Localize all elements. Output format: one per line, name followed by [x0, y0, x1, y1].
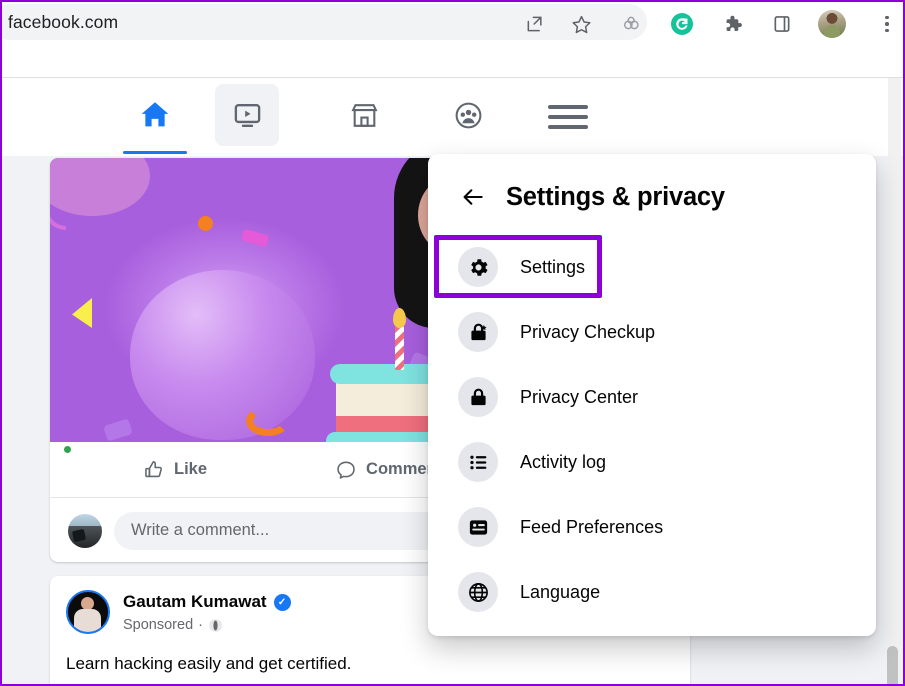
- sponsored-author-name[interactable]: Gautam Kumawat: [123, 592, 267, 612]
- candle-flame: [393, 308, 406, 328]
- panel-header: Settings & privacy: [428, 168, 876, 226]
- chrome-menu-kebab-icon[interactable]: [878, 10, 896, 38]
- confetti-pink: [240, 228, 270, 248]
- menu-item-settings[interactable]: Settings: [428, 238, 876, 296]
- menu-item-label: Activity log: [520, 451, 607, 472]
- verified-badge-icon: ✓: [273, 593, 291, 611]
- nav-tab-watch[interactable]: [215, 84, 279, 146]
- address-bar-url: facebook.com: [8, 11, 119, 32]
- menu-item-label: Privacy Checkup: [520, 321, 656, 342]
- online-status-dot: [62, 444, 73, 455]
- extensions-puzzle-icon[interactable]: [720, 12, 744, 36]
- nav-tab-groups[interactable]: [436, 84, 500, 146]
- confetti-yellow: [72, 298, 92, 328]
- sponsored-label: Sponsored: [123, 617, 194, 633]
- list-icon: [458, 442, 498, 482]
- home-icon: [141, 102, 169, 127]
- panel-title: Settings & privacy: [506, 182, 725, 211]
- comment-bubble-icon: [337, 461, 355, 479]
- like-button-label: Like: [174, 460, 208, 478]
- lock-check-icon: [458, 312, 498, 352]
- confetti-dot-orange: [198, 216, 213, 231]
- menu-item-label: Language: [520, 581, 601, 602]
- chrome-profile-avatar[interactable]: [818, 10, 846, 38]
- lock-icon: [458, 377, 498, 417]
- grammarly-extension-icon[interactable]: [670, 12, 694, 36]
- like-button[interactable]: Like: [143, 459, 207, 481]
- video-play-icon: [234, 103, 260, 127]
- browser-toolbar: facebook.com: [2, 2, 903, 46]
- side-panel-icon[interactable]: [770, 12, 794, 36]
- nav-tab-home[interactable]: [123, 84, 187, 146]
- back-arrow-icon[interactable]: [458, 182, 488, 212]
- page-scrollbar-thumb[interactable]: [887, 646, 898, 684]
- menu-item-label: Privacy Center: [520, 386, 639, 407]
- active-tab-indicator: [123, 151, 187, 154]
- extension-rings-icon[interactable]: [620, 12, 644, 36]
- menu-item-language[interactable]: Language: [428, 563, 876, 621]
- page-scrollbar-track[interactable]: [887, 78, 901, 684]
- confetti-swirl-1: [50, 204, 66, 230]
- meta-separator: ·: [198, 617, 203, 633]
- menu-item-feed-preferences[interactable]: Feed Preferences: [428, 498, 876, 556]
- facebook-top-nav: 7: [2, 78, 903, 220]
- bookmark-star-icon[interactable]: [569, 12, 593, 36]
- gear-icon: [458, 247, 498, 287]
- thumbs-up-icon: [145, 460, 162, 477]
- share-icon[interactable]: [523, 12, 547, 36]
- menu-item-activity-log[interactable]: Activity log: [428, 433, 876, 491]
- comment-button[interactable]: Comment: [335, 459, 442, 481]
- sponsored-author-row: Gautam Kumawat ✓: [123, 592, 291, 612]
- menu-item-label: Feed Preferences: [520, 516, 664, 537]
- globe-icon: [209, 619, 222, 631]
- screenshot-root: facebook.com Like Comment Write a commen…: [0, 0, 905, 686]
- sponsored-author-avatar[interactable]: [66, 590, 110, 634]
- hamburger-menu-icon[interactable]: [548, 100, 596, 134]
- feed-card-icon: [458, 507, 498, 547]
- sponsored-body-text: Learn hacking easily and get certified.: [66, 654, 352, 673]
- confetti-violet-2: [103, 418, 133, 442]
- menu-item-privacy-center[interactable]: Privacy Center: [428, 368, 876, 426]
- sponsored-meta: Sponsored ·: [123, 617, 223, 633]
- confetti-swirl-orange: [246, 406, 290, 436]
- groups-icon: [455, 102, 481, 128]
- menu-item-label: Settings: [520, 256, 586, 277]
- settings-and-privacy-panel: Settings & privacy Settings Privacy Chec…: [428, 154, 876, 636]
- address-bar[interactable]: facebook.com: [2, 4, 647, 40]
- storefront-icon: [351, 103, 377, 127]
- comment-avatar[interactable]: [68, 513, 102, 548]
- cake-candle: [395, 326, 404, 370]
- menu-item-privacy-checkup[interactable]: Privacy Checkup: [428, 303, 876, 361]
- globe-icon: [458, 572, 498, 612]
- nav-tab-marketplace[interactable]: [332, 84, 396, 146]
